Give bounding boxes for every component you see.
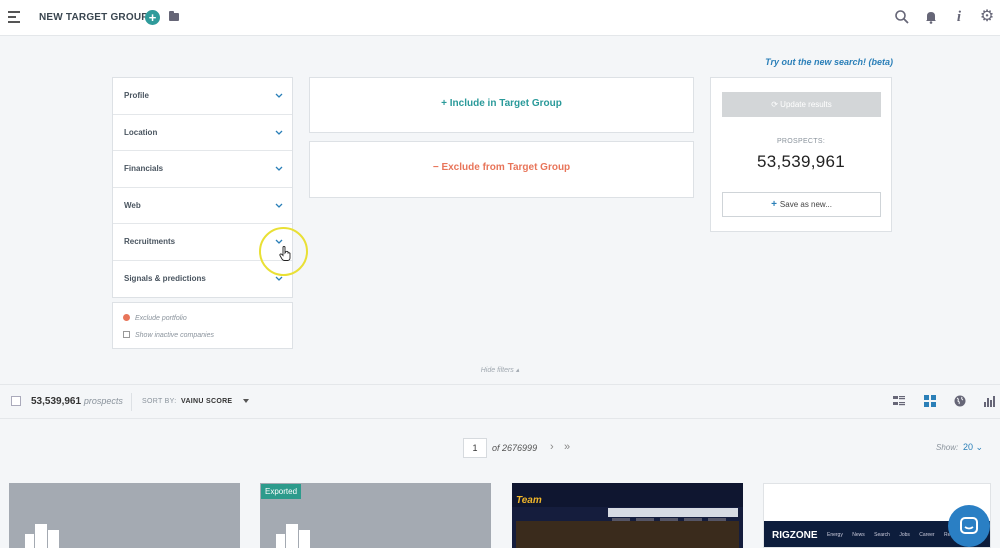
filter-location[interactable]: Location bbox=[113, 115, 292, 151]
prospects-label: PROSPECTS: bbox=[776, 138, 826, 145]
gear-icon[interactable]: ⚙ bbox=[979, 9, 995, 25]
last-page-button[interactable]: » bbox=[564, 441, 570, 453]
filter-label: Signals & predictions bbox=[124, 273, 206, 283]
building-icon bbox=[276, 524, 310, 548]
website-logo: Team bbox=[516, 495, 542, 506]
sort-by-dropdown[interactable]: VAINU SCORE bbox=[181, 398, 232, 405]
show-inactive-checkbox[interactable]: Show inactive companies bbox=[123, 331, 214, 339]
filter-label: Profile bbox=[124, 91, 149, 100]
exclude-portfolio-toggle[interactable]: Exclude portfolio bbox=[123, 314, 187, 322]
filter-label: Recruitments bbox=[124, 237, 176, 246]
sort-by-label: SORT BY: bbox=[142, 398, 177, 405]
show-inactive-label: Show inactive companies bbox=[135, 332, 214, 339]
next-page-button[interactable]: › bbox=[550, 441, 554, 453]
include-in-target-group[interactable]: + Include in Target Group bbox=[309, 77, 694, 133]
bell-icon[interactable] bbox=[923, 9, 939, 25]
chevron-down-icon bbox=[275, 93, 283, 98]
show-per-page-label: Show: bbox=[936, 443, 959, 452]
search-icon[interactable] bbox=[894, 9, 910, 25]
results-count-word: prospects bbox=[83, 396, 123, 406]
filter-label: Web bbox=[124, 200, 141, 210]
add-target-group-button[interactable]: + bbox=[145, 10, 160, 25]
page-title: NEW TARGET GROUP bbox=[39, 12, 149, 23]
globe-icon[interactable] bbox=[954, 395, 966, 407]
page-total: of 2676999 bbox=[492, 443, 537, 453]
bar-chart-icon[interactable] bbox=[984, 395, 996, 407]
page-number-input[interactable]: 1 bbox=[463, 438, 487, 458]
filter-web[interactable]: Web bbox=[113, 188, 292, 224]
caret-down-icon[interactable] bbox=[243, 399, 249, 403]
company-card[interactable]: Exported bbox=[260, 483, 491, 548]
save-as-new-button[interactable]: + Save as new... bbox=[722, 192, 881, 217]
website-logo: RIGZONE bbox=[772, 530, 818, 541]
save-as-new-label: Save as new... bbox=[779, 200, 832, 209]
prospects-panel: ⟳ Update results PROSPECTS: 53,539,961 +… bbox=[710, 77, 892, 232]
building-icon bbox=[25, 524, 59, 548]
exclude-from-target-group[interactable]: − Exclude from Target Group bbox=[309, 141, 694, 198]
filter-label: Location bbox=[124, 127, 158, 137]
include-label: + Include in Target Group bbox=[441, 98, 562, 109]
company-card[interactable]: Team bbox=[512, 483, 743, 548]
results-count: 53,539,961 prospects bbox=[31, 396, 123, 407]
show-per-page-dropdown[interactable]: 20 ⌄ bbox=[963, 442, 983, 453]
plus-icon: + bbox=[771, 199, 777, 210]
select-all-checkbox[interactable] bbox=[11, 396, 21, 406]
page-total-value: 2676999 bbox=[502, 443, 538, 453]
list-view-icon[interactable] bbox=[893, 395, 905, 407]
website-preview-header: Team bbox=[512, 483, 743, 507]
chat-button[interactable] bbox=[948, 505, 990, 547]
hide-filters-link[interactable]: Hide filters ▴ bbox=[0, 366, 1000, 374]
exclude-label: − Exclude from Target Group bbox=[432, 162, 571, 173]
info-icon[interactable]: i bbox=[951, 9, 967, 25]
new-search-beta-link[interactable]: Try out the new search! (beta) bbox=[765, 57, 893, 67]
hand-cursor-icon bbox=[279, 246, 291, 261]
page-of-label: of bbox=[492, 443, 500, 453]
exported-badge: Exported bbox=[261, 484, 302, 499]
chat-icon bbox=[960, 517, 978, 534]
exclude-icon bbox=[123, 314, 130, 321]
results-toolbar: 53,539,961 prospects SORT BY: VAINU SCOR… bbox=[0, 384, 1000, 419]
chevron-down-icon bbox=[275, 166, 283, 171]
website-preview-body bbox=[516, 521, 739, 548]
website-preview-nav bbox=[608, 508, 738, 521]
filter-financials[interactable]: Financials bbox=[113, 151, 292, 188]
folder-icon[interactable] bbox=[169, 11, 179, 21]
filter-options: Exclude portfolio Show inactive companie… bbox=[112, 302, 293, 349]
chevron-down-icon bbox=[275, 203, 283, 208]
prospects-count: 53,539,961 bbox=[756, 152, 846, 171]
divider bbox=[131, 393, 132, 411]
filter-profile[interactable]: Profile bbox=[113, 78, 292, 115]
filter-label: Financials bbox=[124, 164, 164, 173]
grid-view-icon[interactable] bbox=[924, 395, 936, 407]
chevron-down-icon bbox=[275, 130, 283, 135]
exclude-portfolio-label: Exclude portfolio bbox=[135, 315, 187, 322]
menu-icon[interactable] bbox=[8, 11, 20, 24]
checkbox-icon bbox=[123, 331, 130, 338]
company-card[interactable] bbox=[9, 483, 240, 548]
update-results-button[interactable]: ⟳ Update results bbox=[722, 92, 881, 117]
results-count-value: 53,539,961 bbox=[31, 396, 82, 407]
top-bar: NEW TARGET GROUP + i ⚙ bbox=[0, 0, 1000, 36]
